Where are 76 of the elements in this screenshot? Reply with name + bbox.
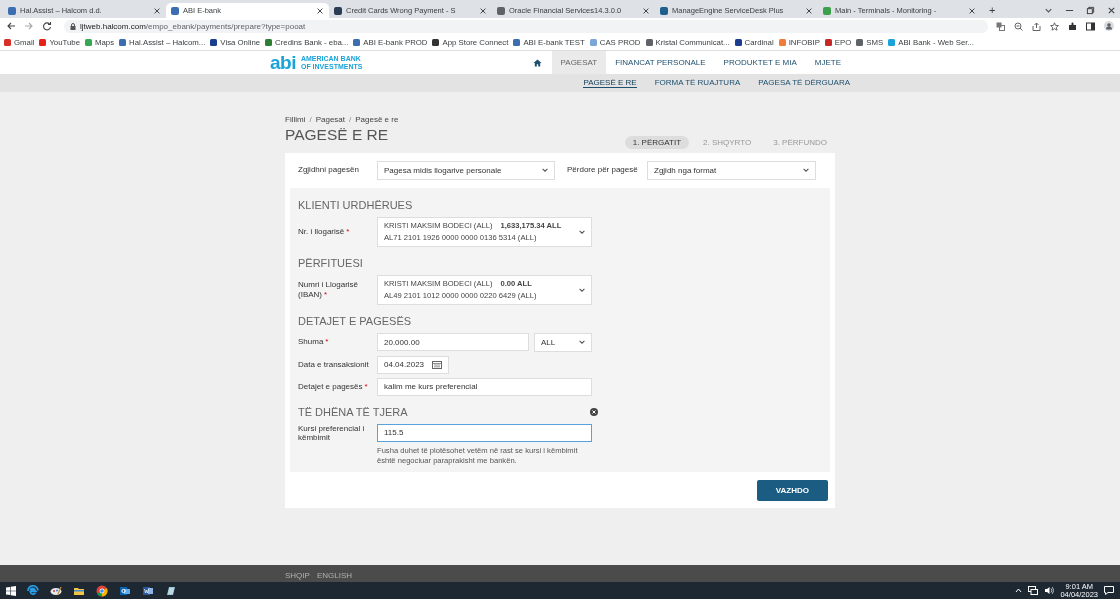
section-heading: DETAJET E PAGESËS <box>298 314 412 327</box>
star-icon[interactable] <box>1050 21 1059 31</box>
close-icon[interactable] <box>153 6 161 15</box>
breadcrumb-separator: / <box>349 115 352 124</box>
share-icon[interactable] <box>1032 21 1041 31</box>
text-field[interactable]: 115.5 <box>377 423 592 442</box>
nav-tab[interactable]: PAGESAT <box>551 51 607 74</box>
chevron-down-icon[interactable] <box>1044 6 1053 15</box>
calendar-icon[interactable] <box>432 360 443 369</box>
section-heading: TË DHËNA TË TJERA <box>298 405 408 418</box>
new-tab-button[interactable]: + <box>989 3 996 18</box>
caret-up-icon[interactable] <box>1015 587 1023 594</box>
taskbar-app-icon[interactable] <box>119 584 131 597</box>
subnav-link[interactable]: PAGESË E RE <box>583 78 637 88</box>
lock-icon <box>70 22 76 30</box>
taskbar-app-icon[interactable] <box>50 584 62 597</box>
field-label: Shuma * <box>297 337 330 347</box>
chevron-down-icon <box>578 338 586 346</box>
nav-tab[interactable]: PRODUKTET E MIA <box>714 51 806 74</box>
date-field[interactable]: 04.04.2023 <box>377 355 449 374</box>
nav-tab[interactable]: FINANCAT PERSONALE <box>606 51 715 74</box>
section-heading: KLIENTI URDHËRUES <box>298 198 413 211</box>
chevron-down-icon <box>802 166 810 174</box>
select-field[interactable]: Pagesa midis llogarive personale <box>377 160 555 180</box>
close-icon[interactable] <box>805 6 813 15</box>
field-label: Data e transaksionit <box>297 359 370 370</box>
subnav-link[interactable]: PAGESA TË DËRGUARA <box>758 78 850 88</box>
close-icon[interactable] <box>479 6 487 15</box>
side-panel-icon[interactable] <box>1086 21 1095 31</box>
field-label: Numri i Llogarisë (IBAN) * <box>297 280 360 299</box>
network-icon[interactable] <box>1028 586 1039 595</box>
volume-icon[interactable] <box>1044 586 1055 595</box>
home-icon[interactable] <box>532 58 542 67</box>
language-link[interactable]: ENGLISH <box>316 571 353 580</box>
notification-icon[interactable] <box>1104 586 1114 595</box>
close-icon[interactable] <box>1107 6 1116 15</box>
profile-icon[interactable] <box>1104 21 1114 31</box>
close-icon[interactable] <box>316 6 324 15</box>
continue-button[interactable]: VAZHDO <box>756 480 828 502</box>
field-label: Nr. i llogarisë * <box>297 226 351 237</box>
field-label: Kursi preferencial i këmbimit <box>297 423 366 442</box>
taskbar-app-icon[interactable] <box>27 584 39 597</box>
currency-select[interactable]: ALL <box>534 332 592 352</box>
amount-field[interactable]: 20.000.00 <box>377 333 529 351</box>
translate-icon[interactable] <box>996 21 1005 31</box>
taskbar-app-icon[interactable] <box>142 584 154 597</box>
address-bar[interactable]: ljtweb.halcom.com/empo_ebank/payments/prepare?type=pooat <box>64 19 988 33</box>
section-heading: PËRFITUESI <box>298 256 363 269</box>
breadcrumb-current: Pagesë e re <box>355 115 399 124</box>
wizard-step: 3. PËRFUNDO <box>765 135 835 149</box>
chevron-down-icon <box>541 166 549 174</box>
taskbar-app-icon[interactable] <box>96 584 108 597</box>
field-label: Përdore për pagesë <box>566 165 639 175</box>
select-field[interactable]: Zgjidh nga format <box>647 160 816 180</box>
field-label: Zgjidhni pagesën <box>297 165 360 175</box>
zoom-icon[interactable] <box>1014 21 1023 31</box>
start-button[interactable] <box>6 585 16 596</box>
breadcrumb-link[interactable]: Pagesat <box>315 115 346 124</box>
close-icon[interactable] <box>968 6 976 15</box>
breadcrumb-separator: / <box>309 115 312 124</box>
language-link[interactable]: SHQIP <box>285 571 310 580</box>
subnav-link[interactable]: FORMA TË RUAJTURA <box>654 78 741 88</box>
breadcrumb-link[interactable]: Fillimi <box>285 115 306 124</box>
taskbar-app-icon[interactable] <box>165 584 177 597</box>
field-label: Detajet e pagesës * <box>297 381 369 392</box>
wizard-step: 2. SHQYRTO <box>695 135 760 149</box>
wizard-step: 1. PËRGATIT <box>624 135 690 149</box>
text-field[interactable]: kalim me kurs preferencial <box>377 377 592 396</box>
puzzle-icon[interactable] <box>1068 21 1077 31</box>
restore-icon[interactable] <box>1086 6 1095 15</box>
nav-tab[interactable]: MJETE <box>805 51 850 74</box>
page-title: PAGESË E RE <box>285 127 389 143</box>
reload-icon[interactable] <box>42 21 52 31</box>
close-icon[interactable] <box>642 6 650 15</box>
back-icon[interactable] <box>6 21 16 31</box>
close-circle-icon[interactable] <box>590 407 598 416</box>
